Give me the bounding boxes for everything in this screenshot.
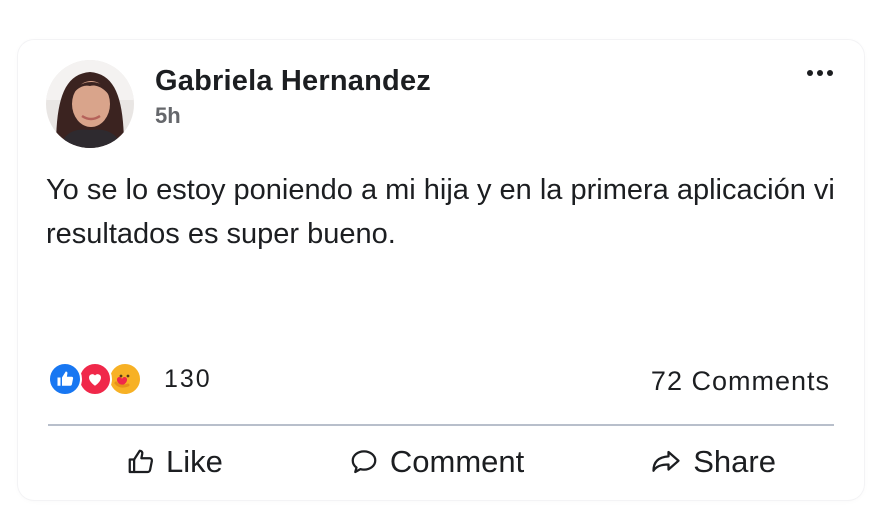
thumbs-up-icon: [128, 449, 154, 474]
comments-count-link[interactable]: 72 Comments: [651, 366, 830, 397]
comment-label: Comment: [389, 444, 525, 479]
post-card: Gabriela Hernandez 5h Yo se lo estoy pon…: [18, 40, 864, 500]
comment-button[interactable]: Comment: [340, 437, 532, 487]
like-reaction-icon: [48, 362, 82, 396]
more-options-button[interactable]: [800, 58, 840, 88]
reactions-summary[interactable]: 130: [48, 362, 212, 396]
divider: [48, 424, 834, 426]
love-reaction-icon: [78, 362, 112, 396]
share-label: Share: [693, 444, 776, 479]
post-timestamp[interactable]: 5h: [155, 103, 181, 129]
share-arrow-icon: [652, 450, 680, 472]
post-text: Yo se lo estoy poniendo a mi hija y en l…: [46, 174, 835, 250]
dot-icon: [827, 70, 833, 76]
share-button[interactable]: Share: [641, 437, 784, 487]
speech-bubble-icon: [351, 450, 377, 474]
dot-icon: [817, 70, 823, 76]
like-button[interactable]: Like: [118, 437, 231, 487]
like-label: Like: [166, 444, 223, 479]
reaction-count: 130: [164, 364, 212, 393]
dot-icon: [807, 70, 813, 76]
author-avatar[interactable]: [46, 60, 134, 148]
post-actions-bar: Like Comment Share: [48, 434, 834, 490]
care-reaction-icon: [108, 362, 142, 396]
author-name[interactable]: Gabriela Hernandez: [155, 65, 431, 98]
